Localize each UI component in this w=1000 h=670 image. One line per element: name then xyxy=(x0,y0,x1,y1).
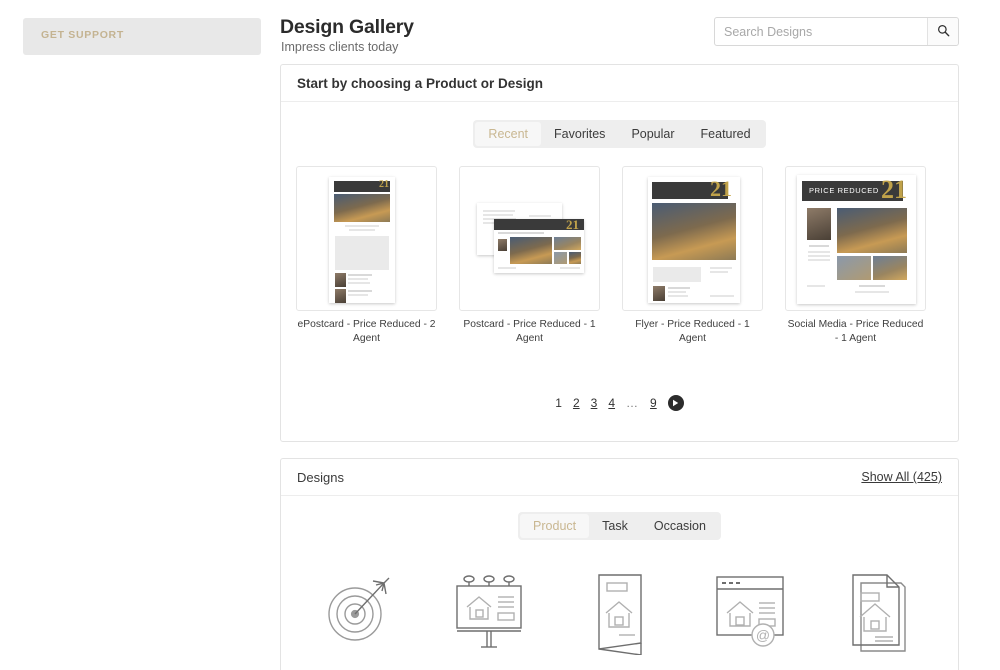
product-card: 21 Postcard - Price Reduced - 1 Agent xyxy=(459,166,600,346)
billboard-house-icon xyxy=(449,569,531,654)
sidebar: GET SUPPORT xyxy=(0,0,265,670)
page-title: Design Gallery xyxy=(280,16,414,38)
tab-occasion[interactable]: Occasion xyxy=(641,514,719,538)
email-window-house-icon: @ xyxy=(709,569,793,654)
search-button[interactable] xyxy=(927,18,958,45)
product-card-label: ePostcard - Price Reduced - 2 Agent xyxy=(297,319,436,344)
get-support-label: GET SUPPORT xyxy=(41,29,124,41)
tab-product[interactable]: Product xyxy=(520,514,590,538)
product-thumbnail-postcard[interactable]: 21 xyxy=(459,166,600,311)
get-support-panel[interactable]: GET SUPPORT xyxy=(23,18,261,55)
products-panel-header: Start by choosing a Product or Design xyxy=(281,65,958,102)
designs-tabs: Product Task Occasion xyxy=(281,512,958,540)
search-input[interactable] xyxy=(715,18,927,45)
search-icon xyxy=(937,24,950,40)
target-arrow-icon xyxy=(323,569,397,652)
page-9[interactable]: 9 xyxy=(650,396,657,410)
page-1[interactable]: 1 xyxy=(555,396,562,410)
products-panel: Start by choosing a Product or Design Re… xyxy=(280,64,959,442)
tab-popular[interactable]: Popular xyxy=(618,122,687,146)
tab-recent[interactable]: Recent xyxy=(475,122,542,146)
product-card: PRICE REDUCED 21 Social Media - Price Re… xyxy=(785,166,926,346)
designs-panel: Designs Show All (425) Product Task Occa… xyxy=(280,458,959,670)
designs-panel-title: Designs xyxy=(297,469,344,485)
documents-house-icon xyxy=(847,569,915,660)
design-category-documents[interactable] xyxy=(826,569,936,660)
design-category-brochure[interactable] xyxy=(565,569,675,660)
search-bar xyxy=(714,17,959,46)
tab-favorites[interactable]: Favorites xyxy=(541,122,618,146)
product-card: 21 Flyer - Price Reduced - 1 Agent xyxy=(622,166,763,346)
design-gallery-page: GET SUPPORT Design Gallery Impress clien… xyxy=(0,0,1000,670)
brochure-house-icon xyxy=(589,569,651,660)
designs-panel-header: Designs Show All (425) xyxy=(281,459,958,496)
page-3[interactable]: 3 xyxy=(591,396,598,410)
product-card-grid: 21 ePostcard - Price Reduced - 2 Agent 2… xyxy=(296,166,945,346)
product-thumbnail-social[interactable]: PRICE REDUCED 21 xyxy=(785,166,926,311)
page-subtitle: Impress clients today xyxy=(281,40,399,54)
design-category-icons: @ xyxy=(295,569,946,660)
pagination: 1 2 3 4 … 9 xyxy=(281,395,958,411)
product-card-label: Postcard - Price Reduced - 1 Agent xyxy=(463,319,596,344)
product-card: 21 ePostcard - Price Reduced - 2 Agent xyxy=(296,166,437,346)
page-2[interactable]: 2 xyxy=(573,396,580,410)
tab-featured[interactable]: Featured xyxy=(688,122,764,146)
design-category-email[interactable]: @ xyxy=(696,569,806,654)
design-category-target[interactable] xyxy=(305,569,415,652)
pagination-ellipsis: … xyxy=(626,396,640,410)
design-category-billboard[interactable] xyxy=(435,569,545,654)
next-arrow-icon[interactable] xyxy=(667,395,684,411)
product-card-label: Social Media - Price Reduced - 1 Agent xyxy=(787,319,924,344)
product-thumbnail-flyer[interactable]: 21 xyxy=(622,166,763,311)
show-all-link[interactable]: Show All (425) xyxy=(861,470,942,484)
product-thumbnail-epostcard[interactable]: 21 xyxy=(296,166,437,311)
products-panel-title: Start by choosing a Product or Design xyxy=(297,75,544,91)
product-card-label: Flyer - Price Reduced - 1 Agent xyxy=(635,319,750,344)
page-4[interactable]: 4 xyxy=(608,396,615,410)
products-tabs: Recent Favorites Popular Featured xyxy=(281,120,958,148)
svg-text:@: @ xyxy=(756,627,770,643)
tab-task[interactable]: Task xyxy=(589,514,641,538)
